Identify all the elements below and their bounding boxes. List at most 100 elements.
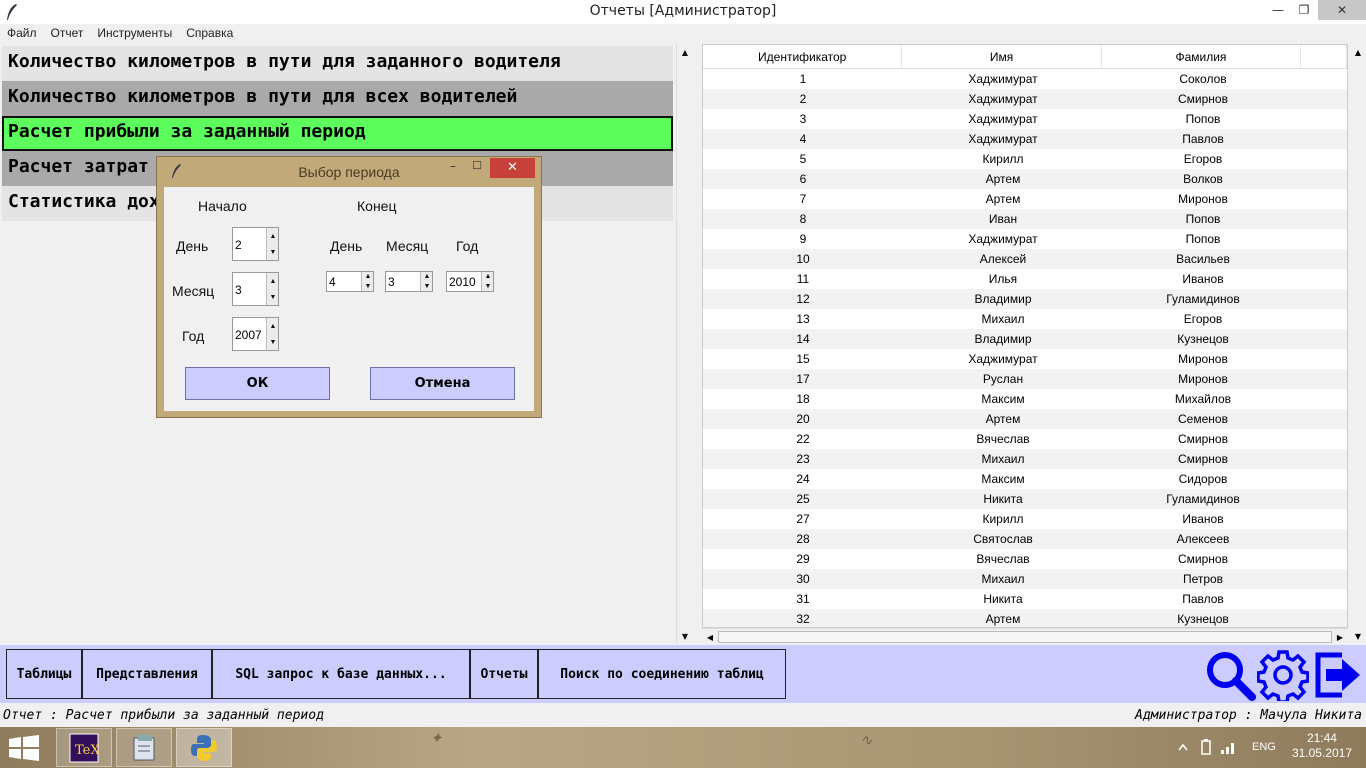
table-row[interactable]: 8 Иван Попов (703, 209, 1347, 229)
table-row[interactable]: 2 Хаджимурат Смирнов (703, 89, 1347, 109)
end-day-value[interactable]: 4 (329, 275, 336, 289)
dialog-close-button[interactable]: ✕ (490, 158, 535, 178)
file-manager-icon[interactable] (116, 728, 172, 767)
ok-button[interactable]: ОК (185, 367, 330, 400)
spin-up-icon[interactable]: ▲ (267, 318, 279, 334)
cell-id: 24 (796, 472, 810, 486)
spin-down-icon[interactable]: ▼ (267, 289, 279, 305)
column-header-id[interactable]: Идентификатор (703, 45, 903, 68)
tables-button[interactable]: Таблицы (6, 649, 82, 699)
start-year-value[interactable]: 2007 (235, 328, 262, 342)
reports-button[interactable]: Отчеты (470, 649, 538, 699)
table-row[interactable]: 27 Кирилл Иванов (703, 509, 1347, 529)
table-row[interactable]: 1 Хаджимурат Соколов (703, 69, 1347, 89)
table-row[interactable]: 13 Михаил Егоров (703, 309, 1347, 329)
start-day-value[interactable]: 2 (235, 238, 242, 252)
scroll-down-arrow-icon[interactable]: ▼ (677, 628, 693, 644)
sql-query-button[interactable]: SQL запрос к базе данных... (212, 649, 470, 699)
search-icon[interactable] (1204, 649, 1256, 701)
spin-down-icon[interactable]: ▼ (267, 244, 279, 260)
views-button[interactable]: Представления (82, 649, 212, 699)
report-item[interactable]: Количество километров в пути для всех во… (2, 81, 673, 116)
minimize-button[interactable]: — (1264, 0, 1292, 20)
end-month-value[interactable]: 3 (388, 275, 395, 289)
settings-gear-icon[interactable] (1257, 649, 1309, 701)
scroll-up-arrow-icon[interactable]: ▲ (677, 44, 693, 60)
dialog-maximize-button[interactable]: ☐ (469, 159, 485, 177)
clock[interactable]: 21:44 31.05.2017 (1292, 731, 1352, 761)
table-row[interactable]: 4 Хаджимурат Павлов (703, 129, 1347, 149)
join-search-button[interactable]: Поиск по соединению таблиц (538, 649, 786, 699)
table-row[interactable]: 7 Артем Миронов (703, 189, 1347, 209)
spin-up-icon[interactable]: ▲ (421, 272, 433, 282)
scroll-up-arrow-icon[interactable]: ▲ (1350, 44, 1366, 60)
spin-down-icon[interactable]: ▼ (482, 282, 494, 292)
tray-expand-icon[interactable] (1178, 743, 1188, 751)
cancel-button[interactable]: Отмена (370, 367, 515, 400)
table-row[interactable]: 17 Руслан Миронов (703, 369, 1347, 389)
signal-icon[interactable] (1220, 739, 1238, 755)
start-month-spinbox[interactable]: 3 ▲ ▼ (232, 272, 279, 306)
table-row[interactable]: 32 Артем Кузнецов (703, 609, 1347, 627)
table-row[interactable]: 18 Максим Михайлов (703, 389, 1347, 409)
end-month-spinbox[interactable]: 3 ▲ ▼ (385, 271, 433, 292)
table-row[interactable]: 31 Никита Павлов (703, 589, 1347, 609)
windows-start-icon[interactable] (8, 735, 40, 761)
menu-report[interactable]: Отчет (44, 24, 91, 42)
scroll-left-arrow-icon[interactable]: ◀ (702, 629, 718, 645)
table-row[interactable]: 3 Хаджимурат Попов (703, 109, 1347, 129)
menu-help[interactable]: Справка (179, 24, 240, 42)
spin-down-icon[interactable]: ▼ (362, 282, 374, 292)
cell-id: 25 (796, 492, 810, 506)
python-icon[interactable] (176, 728, 232, 767)
left-vertical-scrollbar[interactable]: ▲ ▼ (676, 44, 692, 644)
table-row[interactable]: 5 Кирилл Егоров (703, 149, 1347, 169)
start-month-value[interactable]: 3 (235, 283, 242, 297)
table-row[interactable]: 23 Михаил Смирнов (703, 449, 1347, 469)
table-row[interactable]: 20 Артем Семенов (703, 409, 1347, 429)
scroll-down-arrow-icon[interactable]: ▼ (1350, 628, 1366, 644)
language-indicator[interactable]: ENG (1252, 741, 1276, 753)
menu-file[interactable]: Файл (0, 24, 44, 42)
column-header-name[interactable]: Имя (902, 45, 1102, 68)
end-day-spinbox[interactable]: 4 ▲ ▼ (326, 271, 374, 292)
end-year-value[interactable]: 2010 (449, 275, 476, 289)
spin-up-icon[interactable]: ▲ (482, 272, 494, 282)
table-row[interactable]: 25 Никита Гуламидинов (703, 489, 1347, 509)
dialog-minimize-button[interactable]: – (445, 159, 461, 177)
table-row[interactable]: 14 Владимир Кузнецов (703, 329, 1347, 349)
menu-tools[interactable]: Инструменты (90, 24, 179, 42)
spin-down-icon[interactable]: ▼ (421, 282, 433, 292)
battery-icon[interactable] (1198, 739, 1214, 755)
report-item-selected[interactable]: Расчет прибыли за заданный период (2, 116, 673, 151)
start-year-spinbox[interactable]: 2007 ▲ ▼ (232, 317, 279, 351)
spin-up-icon[interactable]: ▲ (362, 272, 374, 282)
maximize-button[interactable]: ❐ (1290, 0, 1318, 20)
report-item[interactable]: Количество километров в пути для заданно… (2, 46, 673, 81)
table-row[interactable]: 10 Алексей Васильев (703, 249, 1347, 269)
table-row[interactable]: 6 Артем Волков (703, 169, 1347, 189)
spin-up-icon[interactable]: ▲ (267, 273, 279, 289)
table-row[interactable]: 9 Хаджимурат Попов (703, 229, 1347, 249)
spin-up-icon[interactable]: ▲ (267, 228, 279, 244)
table-row[interactable]: 15 Хаджимурат Миронов (703, 349, 1347, 369)
end-year-spinbox[interactable]: 2010 ▲ ▼ (446, 271, 494, 292)
start-year-label: Год (182, 328, 205, 344)
column-header-surname[interactable]: Фамилия (1102, 45, 1302, 68)
texworks-icon[interactable]: TeX (56, 728, 112, 767)
table-row[interactable]: 28 Святослав Алексеев (703, 529, 1347, 549)
table-row[interactable]: 12 Владимир Гуламидинов (703, 289, 1347, 309)
table-row[interactable]: 11 Илья Иванов (703, 269, 1347, 289)
spin-down-icon[interactable]: ▼ (267, 334, 279, 350)
table-row[interactable]: 24 Максим Сидоров (703, 469, 1347, 489)
start-day-spinbox[interactable]: 2 ▲ ▼ (232, 227, 279, 261)
table-row[interactable]: 30 Михаил Петров (703, 569, 1347, 589)
table-row[interactable]: 22 Вячеслав Смирнов (703, 429, 1347, 449)
scroll-right-arrow-icon[interactable]: ▶ (1332, 629, 1348, 645)
table-row[interactable]: 29 Вячеслав Смирнов (703, 549, 1347, 569)
scroll-thumb[interactable] (718, 631, 1332, 643)
horizontal-scrollbar[interactable]: ◀ ▶ (702, 628, 1348, 644)
exit-icon[interactable] (1312, 649, 1364, 701)
close-button[interactable]: ✕ (1318, 0, 1366, 20)
right-vertical-scrollbar[interactable]: ▲ ▼ (1350, 44, 1366, 644)
